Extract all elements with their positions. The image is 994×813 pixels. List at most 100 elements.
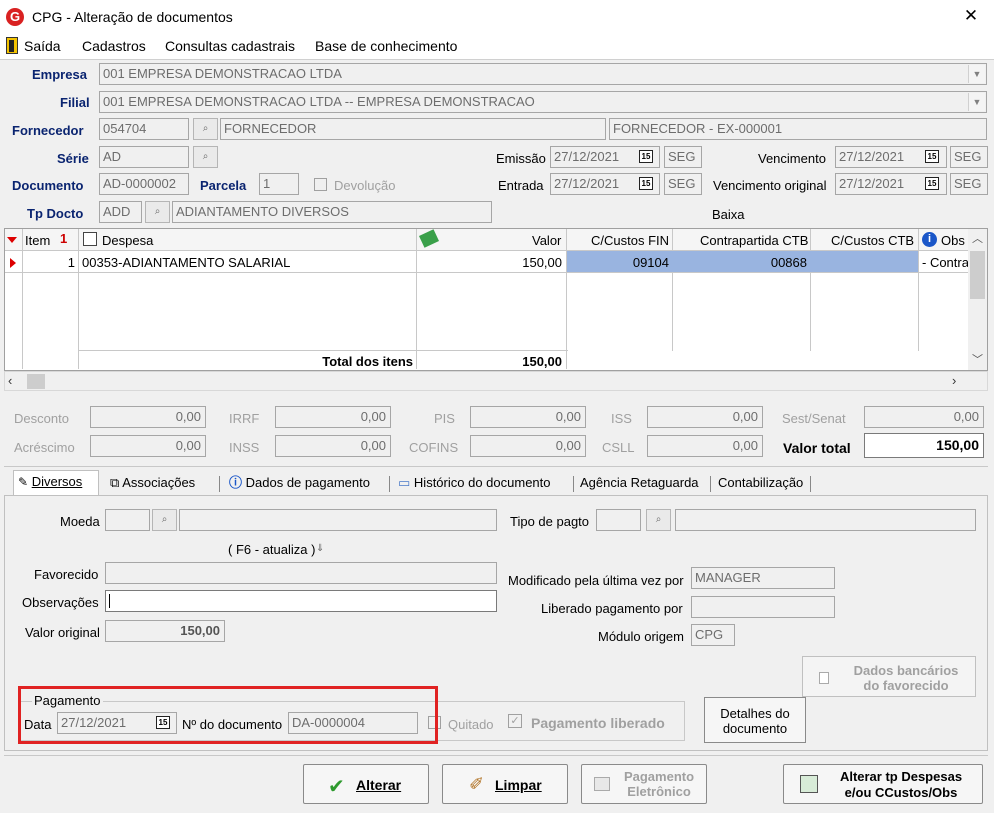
current-row-arrow-icon — [10, 258, 16, 268]
observacoes-input[interactable] — [105, 590, 497, 612]
pagamento-eletronico-button[interactable]: Pagamento Eletrônico — [581, 764, 707, 804]
tpdocto-code-field[interactable]: ADD — [99, 201, 142, 223]
printer-icon — [594, 777, 610, 791]
serie-field[interactable]: AD — [99, 146, 189, 168]
row-contra-cell: 00868 — [770, 255, 807, 270]
tab-associacoes[interactable]: ⧉ Associações — [110, 472, 195, 496]
modificado-label: Modificado pela última vez por — [508, 573, 684, 588]
menu-cadastros[interactable]: Cadastros — [82, 38, 146, 54]
moeda-code-field[interactable] — [105, 509, 150, 531]
tipo-pagto-label: Tipo de pagto — [510, 514, 590, 529]
sest-label: Sest/Senat — [782, 411, 846, 426]
moeda-search-button[interactable]: ⌕ — [152, 509, 177, 531]
scroll-up-icon[interactable]: ︿ — [968, 229, 987, 249]
tab-diversos[interactable]: ✎ Diversos — [13, 470, 99, 496]
tipo-pagto-search-button[interactable]: ⌕ — [646, 509, 671, 531]
fornecedor-ex-field: FORNECEDOR - EX-000001 — [609, 118, 987, 140]
inss-label: INSS — [229, 440, 260, 455]
footer-divider — [4, 755, 988, 756]
col-valor-header[interactable]: Valor — [532, 233, 561, 248]
col-divider — [810, 229, 811, 351]
fornecedor-code-field[interactable]: 054704 — [99, 118, 189, 140]
col-despesa-header[interactable]: Despesa — [102, 233, 153, 248]
devolucao-checkbox[interactable] — [314, 178, 327, 191]
calendar-icon[interactable]: 15 — [925, 177, 939, 190]
dados-bancarios-button[interactable]: Dados bancários do favorecido — [802, 656, 976, 697]
tipo-pagto-code-field[interactable] — [596, 509, 641, 531]
documento-field[interactable]: AD-0000002 — [99, 173, 189, 195]
tab-historico[interactable]: ▭ Histórico do documento — [398, 472, 551, 496]
sort-index-icon: 1 — [60, 231, 68, 246]
detalhes-documento-button[interactable]: Detalhes do documento — [704, 697, 806, 743]
filial-select[interactable]: 001 EMPRESA DEMONSTRACAO LTDA -- EMPRESA… — [99, 91, 987, 113]
tab-separator — [710, 476, 711, 492]
parcela-field[interactable]: 1 — [259, 173, 299, 195]
col-ccfin-header[interactable]: C/Custos FIN — [591, 233, 669, 248]
scroll-doc-icon: ▭ — [398, 475, 411, 490]
tab-diversos-label: Diversos — [31, 474, 83, 489]
iss-field: 0,00 — [647, 406, 763, 428]
liberado-label: Liberado pagamento por — [541, 601, 683, 616]
f6-atualiza-label[interactable]: ( F6 - atualiza ) — [228, 542, 315, 557]
fornecedor-name-field: FORNECEDOR — [220, 118, 606, 140]
horizontal-scrollbar[interactable] — [4, 371, 988, 391]
row-despesa-cell: 00353-ADIANTAMENTO SALARIAL — [82, 255, 291, 270]
sest-field: 0,00 — [864, 406, 984, 428]
menu-saida[interactable]: Saída — [24, 38, 61, 54]
inss-field: 0,00 — [275, 435, 391, 457]
binoculars-icon: ⌕ — [154, 206, 161, 217]
fornecedor-search-button[interactable]: ⌕ — [193, 118, 218, 140]
menu-consultas-cadastrais[interactable]: Consultas cadastrais — [165, 38, 295, 54]
dados-bancarios-line1: Dados bancários — [853, 663, 959, 678]
menu-base-conhecimento[interactable]: Base de conhecimento — [315, 38, 457, 54]
empresa-select[interactable]: 001 EMPRESA DEMONSTRACAO LTDA ▼ — [99, 63, 987, 85]
hscroll-thumb[interactable] — [27, 374, 45, 389]
document-icon — [819, 672, 829, 684]
tab-associacoes-label: Associações — [122, 475, 196, 490]
serie-search-button[interactable]: ⌕ — [193, 146, 218, 168]
favorecido-field — [105, 562, 497, 584]
parcela-label: Parcela — [200, 178, 247, 193]
menu-divider — [0, 59, 994, 60]
sort-arrow-icon — [7, 237, 17, 243]
chevron-down-icon[interactable]: ▼ — [968, 93, 985, 111]
row-divider — [78, 350, 568, 351]
iss-label: ISS — [611, 411, 632, 426]
col-item-header[interactable]: Item — [25, 233, 50, 248]
limpar-button[interactable]: ✐ Limpar — [442, 764, 568, 804]
col-contra-header[interactable]: Contrapartida CTB — [700, 233, 808, 248]
alterar-tp-despesas-button[interactable]: Alterar tp Despesas e/ou CCustos/Obs — [783, 764, 983, 804]
tab-separator — [810, 476, 811, 492]
tab-dados-pagamento[interactable]: ⓘ Dados de pagamento — [229, 472, 370, 496]
desconto-field: 0,00 — [90, 406, 206, 428]
scroll-thumb[interactable] — [970, 251, 985, 299]
window-title: CPG - Alteração de documentos — [32, 9, 233, 25]
broom-icon: ✐ — [469, 774, 485, 794]
calendar-icon[interactable]: 15 — [639, 150, 653, 163]
quitado-label: Quitado — [448, 717, 494, 732]
scroll-down-icon[interactable]: ﹀ — [968, 351, 987, 369]
col-obs-header[interactable]: Obs — [941, 233, 965, 248]
alterar-button[interactable]: ✔ Alterar — [303, 764, 429, 804]
detalhes-line1: Detalhes do — [720, 706, 790, 721]
items-grid[interactable]: Item 1 Despesa Valor C/Custos FIN Contra… — [4, 228, 988, 371]
pis-field: 0,00 — [470, 406, 586, 428]
scroll-right-icon[interactable]: › — [952, 373, 956, 388]
pag-eletronico-line1: Pagamento — [623, 769, 695, 784]
tab-agencia-retaguarda[interactable]: Agência Retaguarda — [580, 472, 699, 496]
tab-separator — [219, 476, 220, 492]
limpar-label: Limpar — [495, 777, 542, 793]
chevron-down-icon[interactable]: ▼ — [968, 65, 985, 83]
acrescimo-field: 0,00 — [90, 435, 206, 457]
pagamento-liberado-checkbox[interactable]: ✓ — [508, 714, 522, 728]
scroll-left-icon[interactable]: ‹ — [8, 373, 12, 388]
tab-contabilizacao[interactable]: Contabilização — [718, 472, 803, 496]
tpdocto-search-button[interactable]: ⌕ — [145, 201, 170, 223]
text-caret — [109, 594, 110, 608]
calendar-icon[interactable]: 15 — [639, 177, 653, 190]
calendar-icon[interactable]: 15 — [925, 150, 939, 163]
alterar-tp-line1: Alterar tp Despesas — [839, 769, 963, 784]
close-button[interactable]: ✕ — [958, 4, 984, 28]
col-ccctb-header[interactable]: C/Custos CTB — [831, 233, 914, 248]
irrf-label: IRRF — [229, 411, 260, 426]
